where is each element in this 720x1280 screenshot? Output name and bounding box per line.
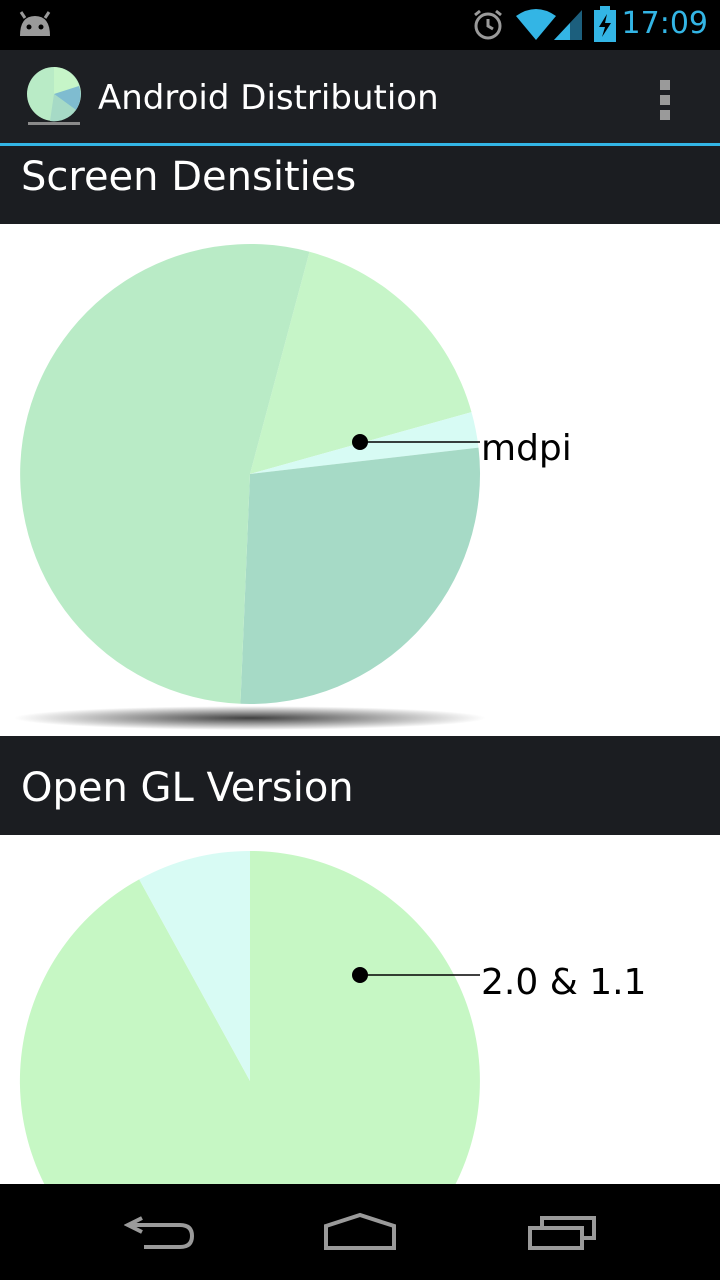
android-icon [19, 11, 51, 36]
section-title: Screen Densities [21, 154, 357, 200]
open-gl-chart[interactable]: 2.0 & 1.1 [0, 835, 720, 1184]
app-title: Android Distribution [98, 78, 439, 118]
slice-label-opengl: 2.0 & 1.1 [481, 962, 646, 1003]
navigation-bar [0, 1184, 720, 1280]
section-header-open-gl-version: Open GL Version [0, 736, 720, 835]
battery-charging-icon [594, 6, 616, 42]
wifi-icon [516, 9, 556, 40]
alarm-icon [474, 9, 502, 40]
home-icon[interactable] [322, 1212, 398, 1252]
screen-densities-chart[interactable]: mdpi [0, 224, 720, 736]
section-title: Open GL Version [21, 765, 354, 811]
back-icon[interactable] [124, 1212, 196, 1252]
chart-shadow [14, 706, 486, 730]
status-clock: 17:09 [621, 6, 708, 41]
overflow-menu-icon[interactable] [650, 78, 680, 122]
signal-icon [554, 10, 582, 40]
content-scroll[interactable]: Screen Densities mdpi Open GL Version 2.… [0, 146, 720, 1184]
slice-label-mdpi: mdpi [481, 428, 572, 469]
status-bar: 17:09 [0, 0, 720, 50]
app-pie-icon[interactable] [24, 66, 86, 128]
section-header-screen-densities: Screen Densities [0, 146, 720, 224]
recents-icon[interactable] [526, 1212, 598, 1252]
pie-slice-segment-2[interactable] [240, 447, 481, 705]
action-bar: Android Distribution [0, 50, 720, 146]
